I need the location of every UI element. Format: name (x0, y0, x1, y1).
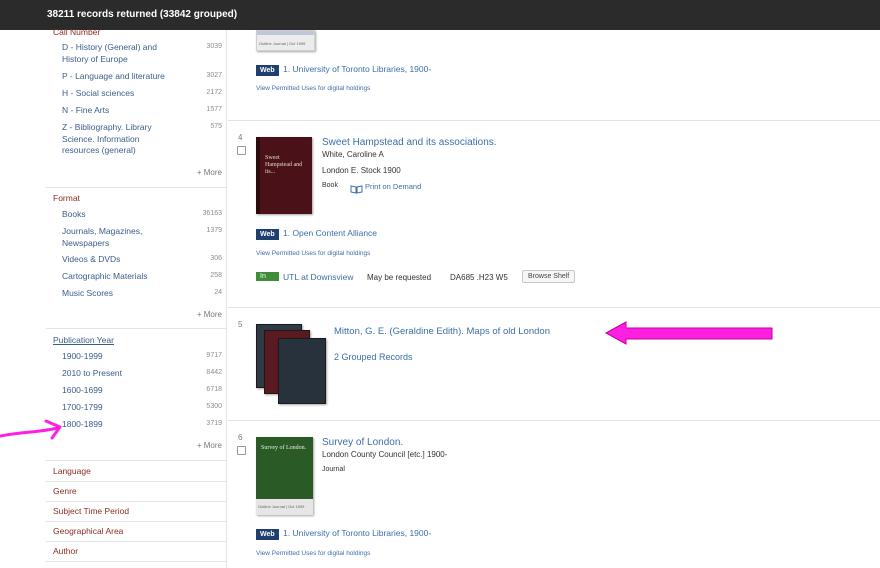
facet-count: 24 (214, 289, 222, 296)
facet-heading-language[interactable]: Language (53, 466, 91, 476)
divider (46, 460, 226, 461)
facet-item-videos[interactable]: Videos & DVDs (62, 254, 202, 266)
record-format: Journal (322, 466, 345, 473)
cover-footer-text: Outline Journal | Oct 1999 (258, 504, 305, 509)
print-on-demand-link[interactable]: Print on Demand (365, 182, 421, 191)
facet-heading-publication-year[interactable]: Publication Year (53, 335, 114, 345)
facet-item-2010-present[interactable]: 2010 to Present (62, 368, 202, 380)
result-number: 6 (238, 433, 243, 442)
facet-heading-genre[interactable]: Genre (53, 486, 77, 496)
divider (46, 561, 226, 562)
divider (46, 521, 226, 522)
divider (46, 501, 226, 502)
record-author: White, Caroline A (322, 150, 384, 159)
record-title-link[interactable]: Sweet Hampstead and its associations. (322, 137, 497, 148)
facet-item-books[interactable]: Books (62, 209, 202, 221)
facet-count: 8442 (206, 369, 222, 376)
web-badge: Web (256, 65, 279, 76)
permitted-uses-link[interactable]: View Permitted Uses for digital holdings (256, 550, 370, 557)
more-publication-year-link[interactable]: + More (197, 441, 222, 450)
result-divider (228, 420, 880, 421)
facet-count: 3027 (206, 72, 222, 79)
result-number: 4 (238, 133, 243, 142)
cover-spine (256, 137, 260, 214)
facet-count: 36163 (202, 210, 222, 217)
facet-heading-call-number[interactable]: Call Number (53, 27, 100, 37)
facet-item-music-scores[interactable]: Music Scores (62, 288, 202, 300)
grouped-records-icon[interactable] (254, 324, 326, 404)
divider (46, 541, 226, 542)
divider (46, 328, 226, 329)
facet-count: 258 (210, 272, 222, 279)
result-number: 5 (238, 320, 243, 329)
availability-in-badge: In (256, 272, 279, 281)
record-publication: London County Council [etc.] 1900- (322, 450, 448, 459)
divider (46, 187, 226, 188)
facet-item-call-n[interactable]: N - Fine Arts (62, 105, 202, 117)
facet-count: 1577 (206, 106, 222, 113)
result-divider (228, 307, 880, 308)
facet-count: 306 (210, 255, 222, 262)
book-cover[interactable]: Sweet Hampstead and its... (256, 137, 312, 214)
select-checkbox[interactable] (237, 446, 246, 455)
availability-status: May be requested (367, 273, 432, 282)
holding-link[interactable]: 1. University of Toronto Libraries, 1900… (283, 528, 431, 538)
record-title-link[interactable]: Mitton, G. E. (Geraldine Edith). Maps of… (334, 326, 550, 337)
facet-count: 9717 (206, 352, 222, 359)
call-number: DA685 .H23 W5 (450, 273, 508, 282)
facet-count: 2172 (206, 89, 222, 96)
permitted-uses-link[interactable]: View Permitted Uses for digital holdings (256, 85, 370, 92)
facet-heading-subject-time-period[interactable]: Subject Time Period (53, 506, 129, 516)
results-count-bar: 38211 records returned (33842 grouped) (0, 0, 880, 30)
permitted-uses-link[interactable]: View Permitted Uses for digital holdings (256, 250, 370, 257)
facet-count: 1379 (206, 227, 222, 234)
facet-count: 3039 (206, 43, 222, 50)
facet-item-1700-1799[interactable]: 1700-1799 (62, 402, 202, 414)
facet-item-call-z[interactable]: Z - Bibliography. Library Science. Infor… (62, 122, 167, 157)
web-badge: Web (256, 529, 279, 540)
cover-footer: Outline Journal | Oct 1999 (256, 499, 313, 515)
cover-text: Outline Journal | Oct 1999 (259, 41, 306, 46)
results-count-text: 38211 records returned (33842 grouped) (47, 9, 238, 20)
select-checkbox[interactable] (237, 146, 246, 155)
browse-shelf-button[interactable]: Browse Shelf (522, 270, 576, 283)
facet-item-1600-1699[interactable]: 1600-1699 (62, 385, 202, 397)
facet-item-call-d[interactable]: D - History (General) and History of Eur… (62, 42, 172, 65)
cover-band (257, 31, 314, 35)
location-link[interactable]: UTL at Downsview (283, 272, 354, 282)
facet-item-call-h[interactable]: H - Social sciences (62, 88, 202, 100)
result-divider (228, 120, 880, 121)
facet-count: 5300 (206, 403, 222, 410)
cover-text: Survey of London. (261, 445, 307, 451)
annotation-arrow-left-facet (0, 419, 62, 440)
annotation-arrow-right-record (604, 321, 773, 345)
facet-count: 575 (210, 123, 222, 130)
facet-heading-author[interactable]: Author (53, 546, 78, 556)
facet-item-1800-1899[interactable]: 1800-1899 (62, 419, 202, 431)
record-publication: London E. Stock 1900 (322, 166, 401, 175)
stack-book-front (278, 338, 326, 404)
grouped-records-link[interactable]: 2 Grouped Records (334, 352, 413, 362)
facet-count: 3719 (206, 420, 222, 427)
book-cover[interactable]: Outline Journal | Oct 1999 (256, 30, 315, 51)
record-format: Book (322, 182, 338, 189)
facet-item-1900-1999[interactable]: 1900-1999 (62, 351, 202, 363)
journal-cover[interactable]: Survey of London. Outline Journal | Oct … (256, 437, 313, 515)
cover-text: Sweet Hampstead and its... (265, 155, 303, 175)
divider (46, 481, 226, 482)
facet-item-call-p[interactable]: P - Language and literature (62, 71, 202, 83)
more-call-number-link[interactable]: + More (197, 168, 222, 177)
facet-item-journals[interactable]: Journals, Magazines, Newspapers (62, 226, 162, 249)
facet-sidebar: Call Number D - History (General) and Hi… (46, 27, 227, 568)
facet-item-cartographic[interactable]: Cartographic Materials (62, 271, 202, 283)
holding-link[interactable]: 1. Open Content Alliance (283, 228, 377, 238)
web-badge: Web (256, 229, 279, 240)
facet-count: 6718 (206, 386, 222, 393)
more-format-link[interactable]: + More (197, 310, 222, 319)
record-title-link[interactable]: Survey of London. (322, 437, 403, 448)
holding-link[interactable]: 1. University of Toronto Libraries, 1900… (283, 64, 431, 74)
book-icon (350, 181, 363, 194)
facet-heading-geographical-area[interactable]: Geographical Area (53, 526, 123, 536)
facet-heading-format[interactable]: Format (53, 193, 80, 203)
